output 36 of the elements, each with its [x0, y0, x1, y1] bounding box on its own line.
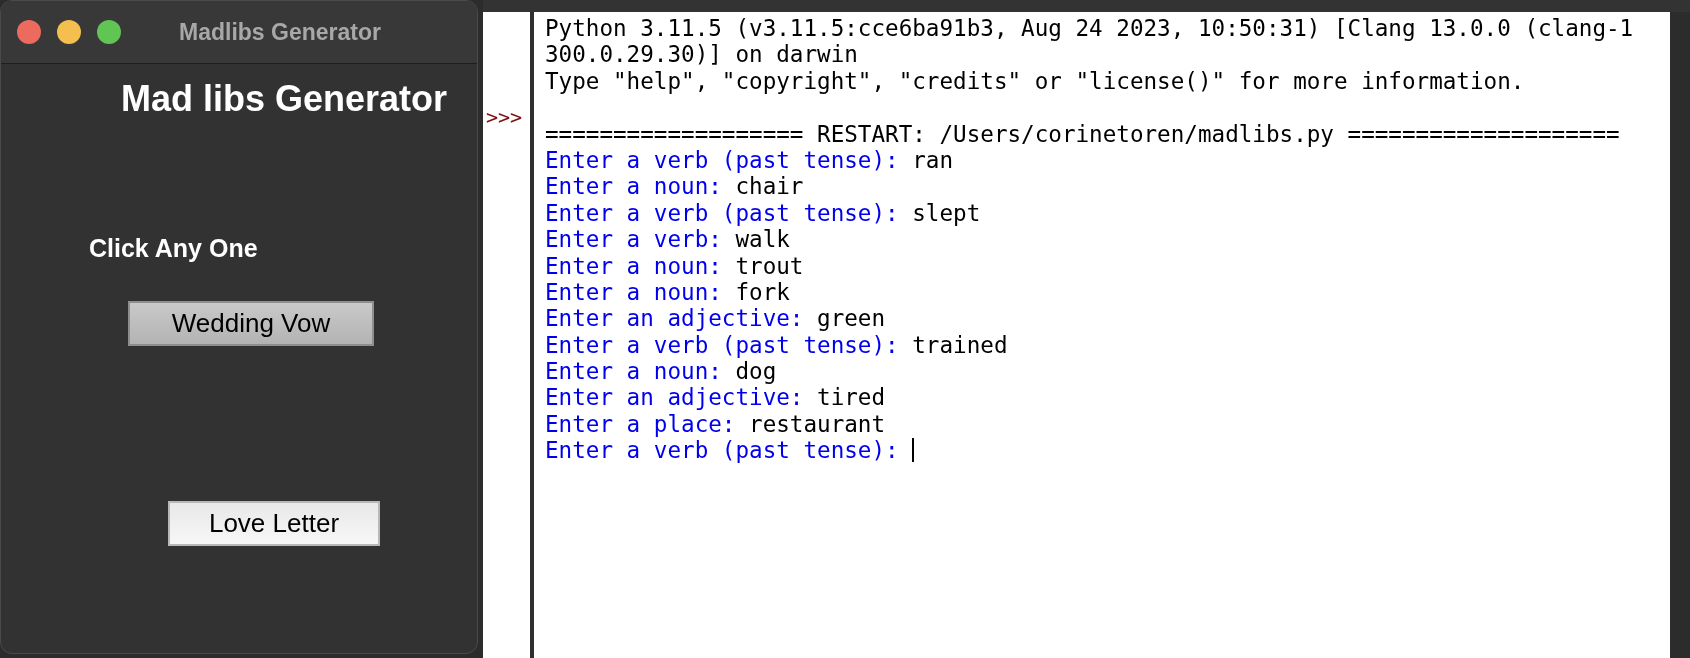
instruction-label: Click Any One: [89, 234, 258, 263]
madlib-button[interactable]: Love Letter: [168, 501, 380, 546]
output-line: Type "help", "copyright", "credits" or "license()" for more information.: [545, 67, 1525, 95]
input-prompt: Enter a noun:: [545, 358, 722, 385]
input-answer: ran: [912, 146, 954, 174]
window-title: Madlibs Generator: [179, 18, 381, 46]
madlib-button[interactable]: Wedding Vow: [128, 301, 374, 346]
input-prompt: Enter a verb (past tense):: [545, 437, 899, 464]
output-line: =================== RESTART: /Users/corinetoren/madlibs.py ====================: [545, 120, 1620, 147]
input-prompt: Enter a verb (past tense):: [545, 146, 899, 174]
input-answer: walk: [735, 226, 790, 253]
input-prompt: Enter a noun:: [545, 252, 722, 279]
input-prompt: Enter a noun:: [545, 173, 722, 200]
input-answer: tired: [817, 384, 886, 411]
input-answer: trout: [735, 252, 804, 279]
minimize-button[interactable]: [57, 20, 81, 44]
heading: Mad libs Generator: [121, 78, 449, 120]
input-answer: restaurant: [749, 410, 886, 438]
shell-prompt: >>>: [485, 105, 524, 129]
input-prompt: Enter a noun:: [545, 278, 722, 306]
input-answer: trained: [912, 331, 1008, 359]
close-button[interactable]: [17, 20, 41, 44]
input-answer: green: [817, 305, 886, 332]
input-answer: chair: [735, 173, 804, 200]
input-prompt: Enter a place:: [545, 410, 736, 438]
output-line: Python 3.11.5 (v3.11.5:cce6ba91b3, Aug 24 2023, 10:50:31) [Clang 13.0.0 (clang-1: [545, 15, 1634, 42]
input-prompt: Enter a verb:: [545, 226, 722, 253]
input-prompt: Enter an adjective:: [545, 305, 804, 332]
input-prompt: Enter a verb (past tense):: [545, 199, 899, 227]
input-prompt: Enter a verb (past tense):: [545, 331, 899, 359]
output-line: 300.0.29.30)] on darwin: [545, 41, 858, 68]
input-answer: dog: [735, 358, 777, 385]
input-answer: slept: [912, 199, 981, 227]
zoom-button[interactable]: [97, 20, 121, 44]
input-answer: fork: [735, 278, 790, 306]
input-prompt: Enter an adjective:: [545, 384, 804, 411]
